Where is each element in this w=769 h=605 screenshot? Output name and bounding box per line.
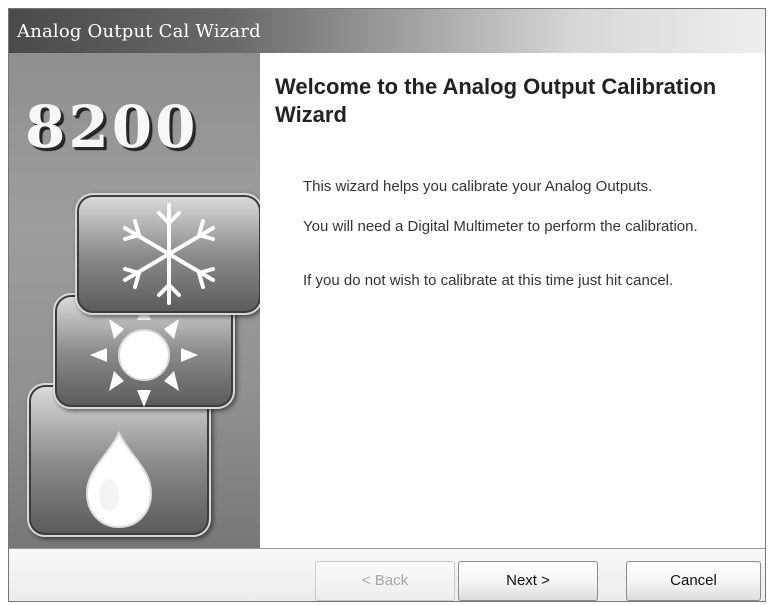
back-button[interactable]: < Back — [315, 561, 455, 601]
wizard-heading: Welcome to the Analog Output Calibration… — [275, 74, 717, 127]
wizard-window: Analog Output Cal Wizard 8200 Welcome to… — [8, 8, 766, 602]
intro-paragraph: This wizard helps you calibrate your Ana… — [303, 178, 653, 195]
model-number: 8200 — [25, 93, 199, 161]
window-title: Analog Output Cal Wizard — [17, 21, 261, 42]
sidebar-panel: 8200 — [9, 53, 260, 548]
snowflake-icon — [123, 203, 215, 305]
cancel-button[interactable]: Cancel — [626, 561, 761, 601]
cancel-paragraph: If you do not wish to calibrate at this … — [303, 272, 674, 289]
next-button[interactable]: Next > — [458, 561, 598, 601]
requirement-paragraph: You will need a Digital Multimeter to pe… — [303, 218, 698, 235]
content-panel: Welcome to the Analog Output Calibration… — [260, 53, 765, 548]
button-bar: < Back Next > Cancel — [9, 548, 765, 601]
snowflake-tile — [75, 193, 260, 315]
title-bar: Analog Output Cal Wizard — [9, 9, 765, 53]
